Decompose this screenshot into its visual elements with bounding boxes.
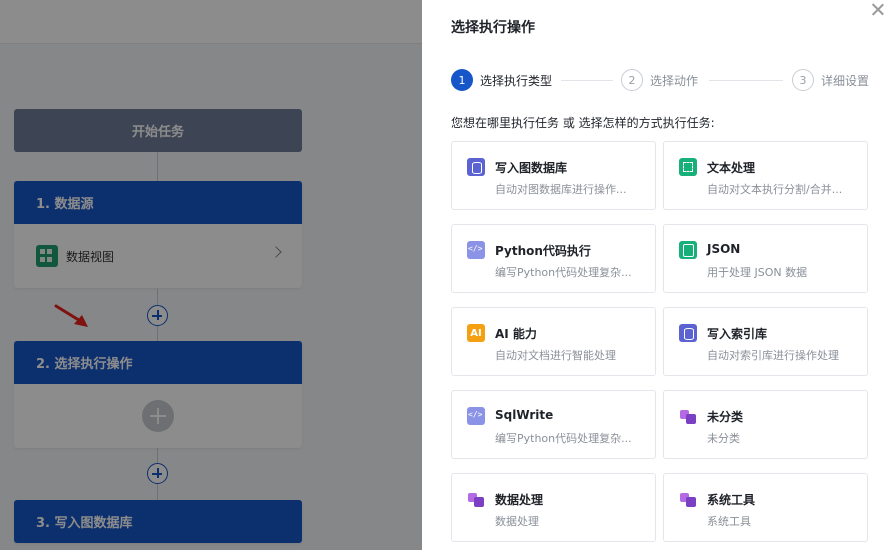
- card-title: 文本处理: [707, 161, 756, 175]
- card-desc: 未分类: [707, 432, 740, 445]
- card-desc: 自动对文本执行分割/合并...: [707, 183, 843, 196]
- card-system-tools[interactable]: 系统工具 系统工具: [663, 473, 868, 542]
- step-divider: [561, 80, 613, 81]
- puzzle-icon: [679, 490, 697, 508]
- drawer-title: 选择执行操作: [451, 20, 535, 36]
- step-divider: [709, 80, 783, 81]
- card-title: 系统工具: [707, 493, 756, 507]
- step-1: 1 选择执行类型: [451, 69, 552, 91]
- card-title: 写入索引库: [707, 327, 768, 341]
- card-data-process[interactable]: 数据处理 数据处理: [451, 473, 656, 542]
- card-desc: 用于处理 JSON 数据: [707, 266, 808, 279]
- step-label: 详细设置: [821, 73, 870, 88]
- card-desc: 自动对图数据库进行操作...: [495, 183, 627, 196]
- card-ai-capability[interactable]: AI AI 能力 自动对文档进行智能处理: [451, 307, 656, 376]
- json-icon: [679, 241, 697, 259]
- select-action-drawer: 选择执行操作 1 选择执行类型 2 选择动作 3 详细设置 您想在哪里执行任务 …: [422, 0, 894, 550]
- card-desc: 自动对文档进行智能处理: [495, 349, 616, 362]
- step-number: 1: [451, 69, 473, 91]
- modal-mask[interactable]: [0, 0, 422, 550]
- step-label: 选择动作: [650, 73, 699, 88]
- card-desc: 系统工具: [707, 515, 751, 528]
- code-icon: [467, 241, 485, 259]
- card-title: JSON: [707, 242, 741, 256]
- card-json[interactable]: JSON 用于处理 JSON 数据: [663, 224, 868, 293]
- card-text-process[interactable]: 文本处理 自动对文本执行分割/合并...: [663, 141, 868, 210]
- close-icon[interactable]: [870, 2, 886, 18]
- card-write-graph-db[interactable]: 写入图数据库 自动对图数据库进行操作...: [451, 141, 656, 210]
- card-title: 写入图数据库: [495, 161, 568, 175]
- card-title: 数据处理: [495, 493, 544, 507]
- execution-question: 您想在哪里执行任务 或 选择怎样的方式执行任务:: [451, 116, 715, 130]
- card-write-index[interactable]: 写入索引库 自动对索引库进行操作处理: [663, 307, 868, 376]
- puzzle-icon: [467, 490, 485, 508]
- step-2: 2 选择动作: [621, 69, 698, 91]
- card-python-exec[interactable]: Python代码执行 编写Python代码处理复杂...: [451, 224, 656, 293]
- step-number: 3: [792, 69, 814, 91]
- card-sqlwrite[interactable]: SqlWrite 编写Python代码处理复杂...: [451, 390, 656, 459]
- card-title: AI 能力: [495, 327, 537, 341]
- card-desc: 编写Python代码处理复杂...: [495, 432, 632, 445]
- text-process-icon: [679, 158, 697, 176]
- index-database-icon: [679, 324, 697, 342]
- card-title: SqlWrite: [495, 408, 554, 422]
- card-title: Python代码执行: [495, 244, 591, 258]
- card-title: 未分类: [707, 410, 744, 424]
- card-desc: 自动对索引库进行操作处理: [707, 349, 839, 362]
- puzzle-icon: [679, 407, 697, 425]
- step-indicator: 1 选择执行类型 2 选择动作 3 详细设置: [451, 69, 871, 91]
- code-icon: [467, 407, 485, 425]
- card-uncategorized[interactable]: 未分类 未分类: [663, 390, 868, 459]
- step-3: 3 详细设置: [792, 69, 869, 91]
- step-number: 2: [621, 69, 643, 91]
- card-desc: 编写Python代码处理复杂...: [495, 266, 632, 279]
- step-label: 选择执行类型: [480, 73, 553, 88]
- ai-icon: AI: [467, 324, 485, 342]
- database-icon: [467, 158, 485, 176]
- card-desc: 数据处理: [495, 515, 539, 528]
